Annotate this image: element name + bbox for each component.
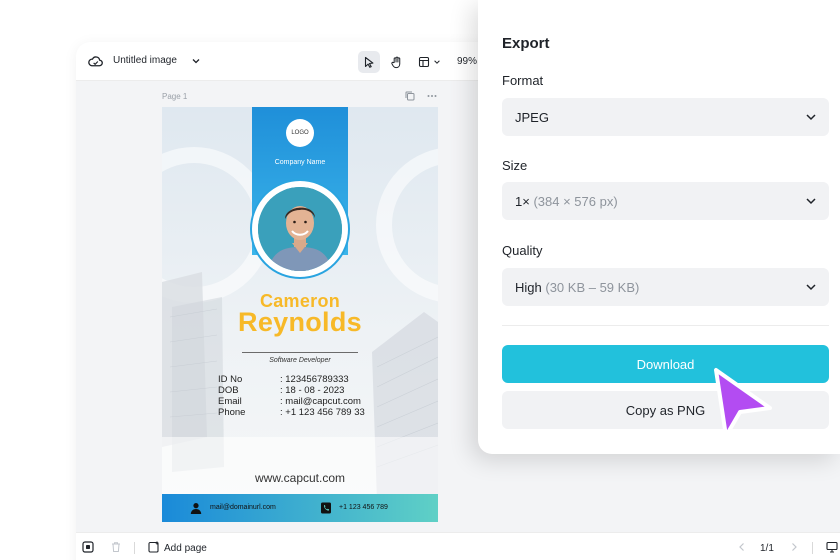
footer-phone: +1 123 456 789 bbox=[339, 504, 388, 511]
chevron-right-icon[interactable] bbox=[788, 541, 800, 553]
chevron-down-icon bbox=[806, 284, 816, 291]
size-multiplier: 1× bbox=[515, 194, 530, 209]
duplicate-page-icon[interactable] bbox=[404, 90, 416, 102]
page-label: Page 1 bbox=[162, 92, 188, 101]
info-labels: ID No DOB Email Phone bbox=[218, 374, 245, 418]
format-select[interactable]: JPEG bbox=[502, 98, 829, 136]
info-label: ID No bbox=[218, 374, 243, 385]
mouse-cursor-icon bbox=[714, 368, 772, 438]
info-value: : mail@capcut.com bbox=[280, 396, 361, 407]
bottom-bar: Add page 1/1 bbox=[76, 532, 840, 560]
phone-icon bbox=[321, 502, 331, 514]
chevron-down-icon bbox=[433, 60, 440, 64]
layers-icon[interactable] bbox=[82, 541, 94, 553]
chevron-left-icon[interactable] bbox=[736, 541, 748, 553]
last-name: Reynolds bbox=[238, 307, 362, 337]
person-portrait-icon bbox=[258, 187, 342, 271]
select-tool-button[interactable] bbox=[358, 51, 380, 73]
export-panel: Export Format JPEG Size 1× (384 × 576 px… bbox=[478, 0, 840, 454]
copy-as-png-button[interactable]: Copy as PNG bbox=[502, 391, 829, 429]
document-title[interactable]: Untitled image bbox=[113, 55, 177, 66]
format-value: JPEG bbox=[515, 110, 549, 125]
layout-icon bbox=[418, 56, 429, 68]
chevron-down-icon bbox=[806, 198, 816, 205]
id-card-canvas[interactable]: LOGO Company Name Cameron Reynolds Softw… bbox=[162, 107, 438, 522]
present-icon[interactable] bbox=[826, 541, 838, 553]
size-detail: (384 × 576 px) bbox=[533, 194, 618, 209]
job-title: Software Developer bbox=[269, 357, 331, 364]
profile-photo-frame bbox=[250, 179, 350, 279]
separator bbox=[812, 542, 813, 554]
info-label: DOB bbox=[218, 385, 239, 396]
export-title: Export bbox=[502, 35, 550, 52]
format-label: Format bbox=[502, 73, 544, 88]
quality-detail: (30 KB – 59 KB) bbox=[545, 280, 640, 295]
size-label: Size bbox=[502, 158, 528, 173]
size-value: 1× (384 × 576 px) bbox=[515, 194, 618, 209]
quality-label: Quality bbox=[502, 243, 543, 258]
profile-photo bbox=[258, 187, 342, 271]
logo-badge: LOGO bbox=[286, 119, 314, 147]
page-counter: 1/1 bbox=[760, 543, 774, 554]
quality-value: High (30 KB – 59 KB) bbox=[515, 280, 639, 295]
layout-menu-button[interactable] bbox=[414, 51, 444, 73]
website-url: www.capcut.com bbox=[254, 471, 346, 485]
hand-icon bbox=[390, 56, 400, 68]
cloud-save-icon[interactable] bbox=[88, 54, 103, 69]
add-page-icon[interactable] bbox=[148, 541, 160, 553]
info-value: : 123456789333 bbox=[280, 374, 349, 385]
info-values: : 123456789333 : 18 - 08 - 2023 : mail@c… bbox=[280, 374, 365, 418]
footer-email: mail@domainurl.com bbox=[210, 504, 276, 511]
info-value: : +1 123 456 789 33 bbox=[280, 407, 365, 418]
add-page-button[interactable]: Add page bbox=[164, 543, 207, 554]
hand-tool-button[interactable] bbox=[385, 51, 407, 73]
panel-divider bbox=[502, 325, 829, 326]
trash-icon[interactable] bbox=[110, 541, 122, 553]
info-value: : 18 - 08 - 2023 bbox=[280, 385, 345, 396]
download-button[interactable]: Download bbox=[502, 345, 829, 383]
user-icon bbox=[190, 503, 202, 514]
size-select[interactable]: 1× (384 × 576 px) bbox=[502, 182, 829, 220]
info-label: Email bbox=[218, 396, 242, 407]
zoom-level[interactable]: 99% bbox=[457, 56, 477, 67]
card-footer: mail@domainurl.com +1 123 456 789 bbox=[162, 494, 438, 522]
pointer-icon bbox=[364, 56, 374, 68]
quality-select[interactable]: High (30 KB – 59 KB) bbox=[502, 268, 829, 306]
quality-level: High bbox=[515, 280, 542, 295]
more-options-icon[interactable] bbox=[426, 90, 438, 102]
company-name: Company Name bbox=[274, 159, 326, 166]
info-label: Phone bbox=[218, 407, 246, 418]
chevron-down-icon bbox=[806, 114, 816, 121]
chevron-down-icon[interactable] bbox=[191, 56, 201, 66]
divider-line bbox=[242, 352, 358, 353]
separator bbox=[134, 542, 135, 554]
